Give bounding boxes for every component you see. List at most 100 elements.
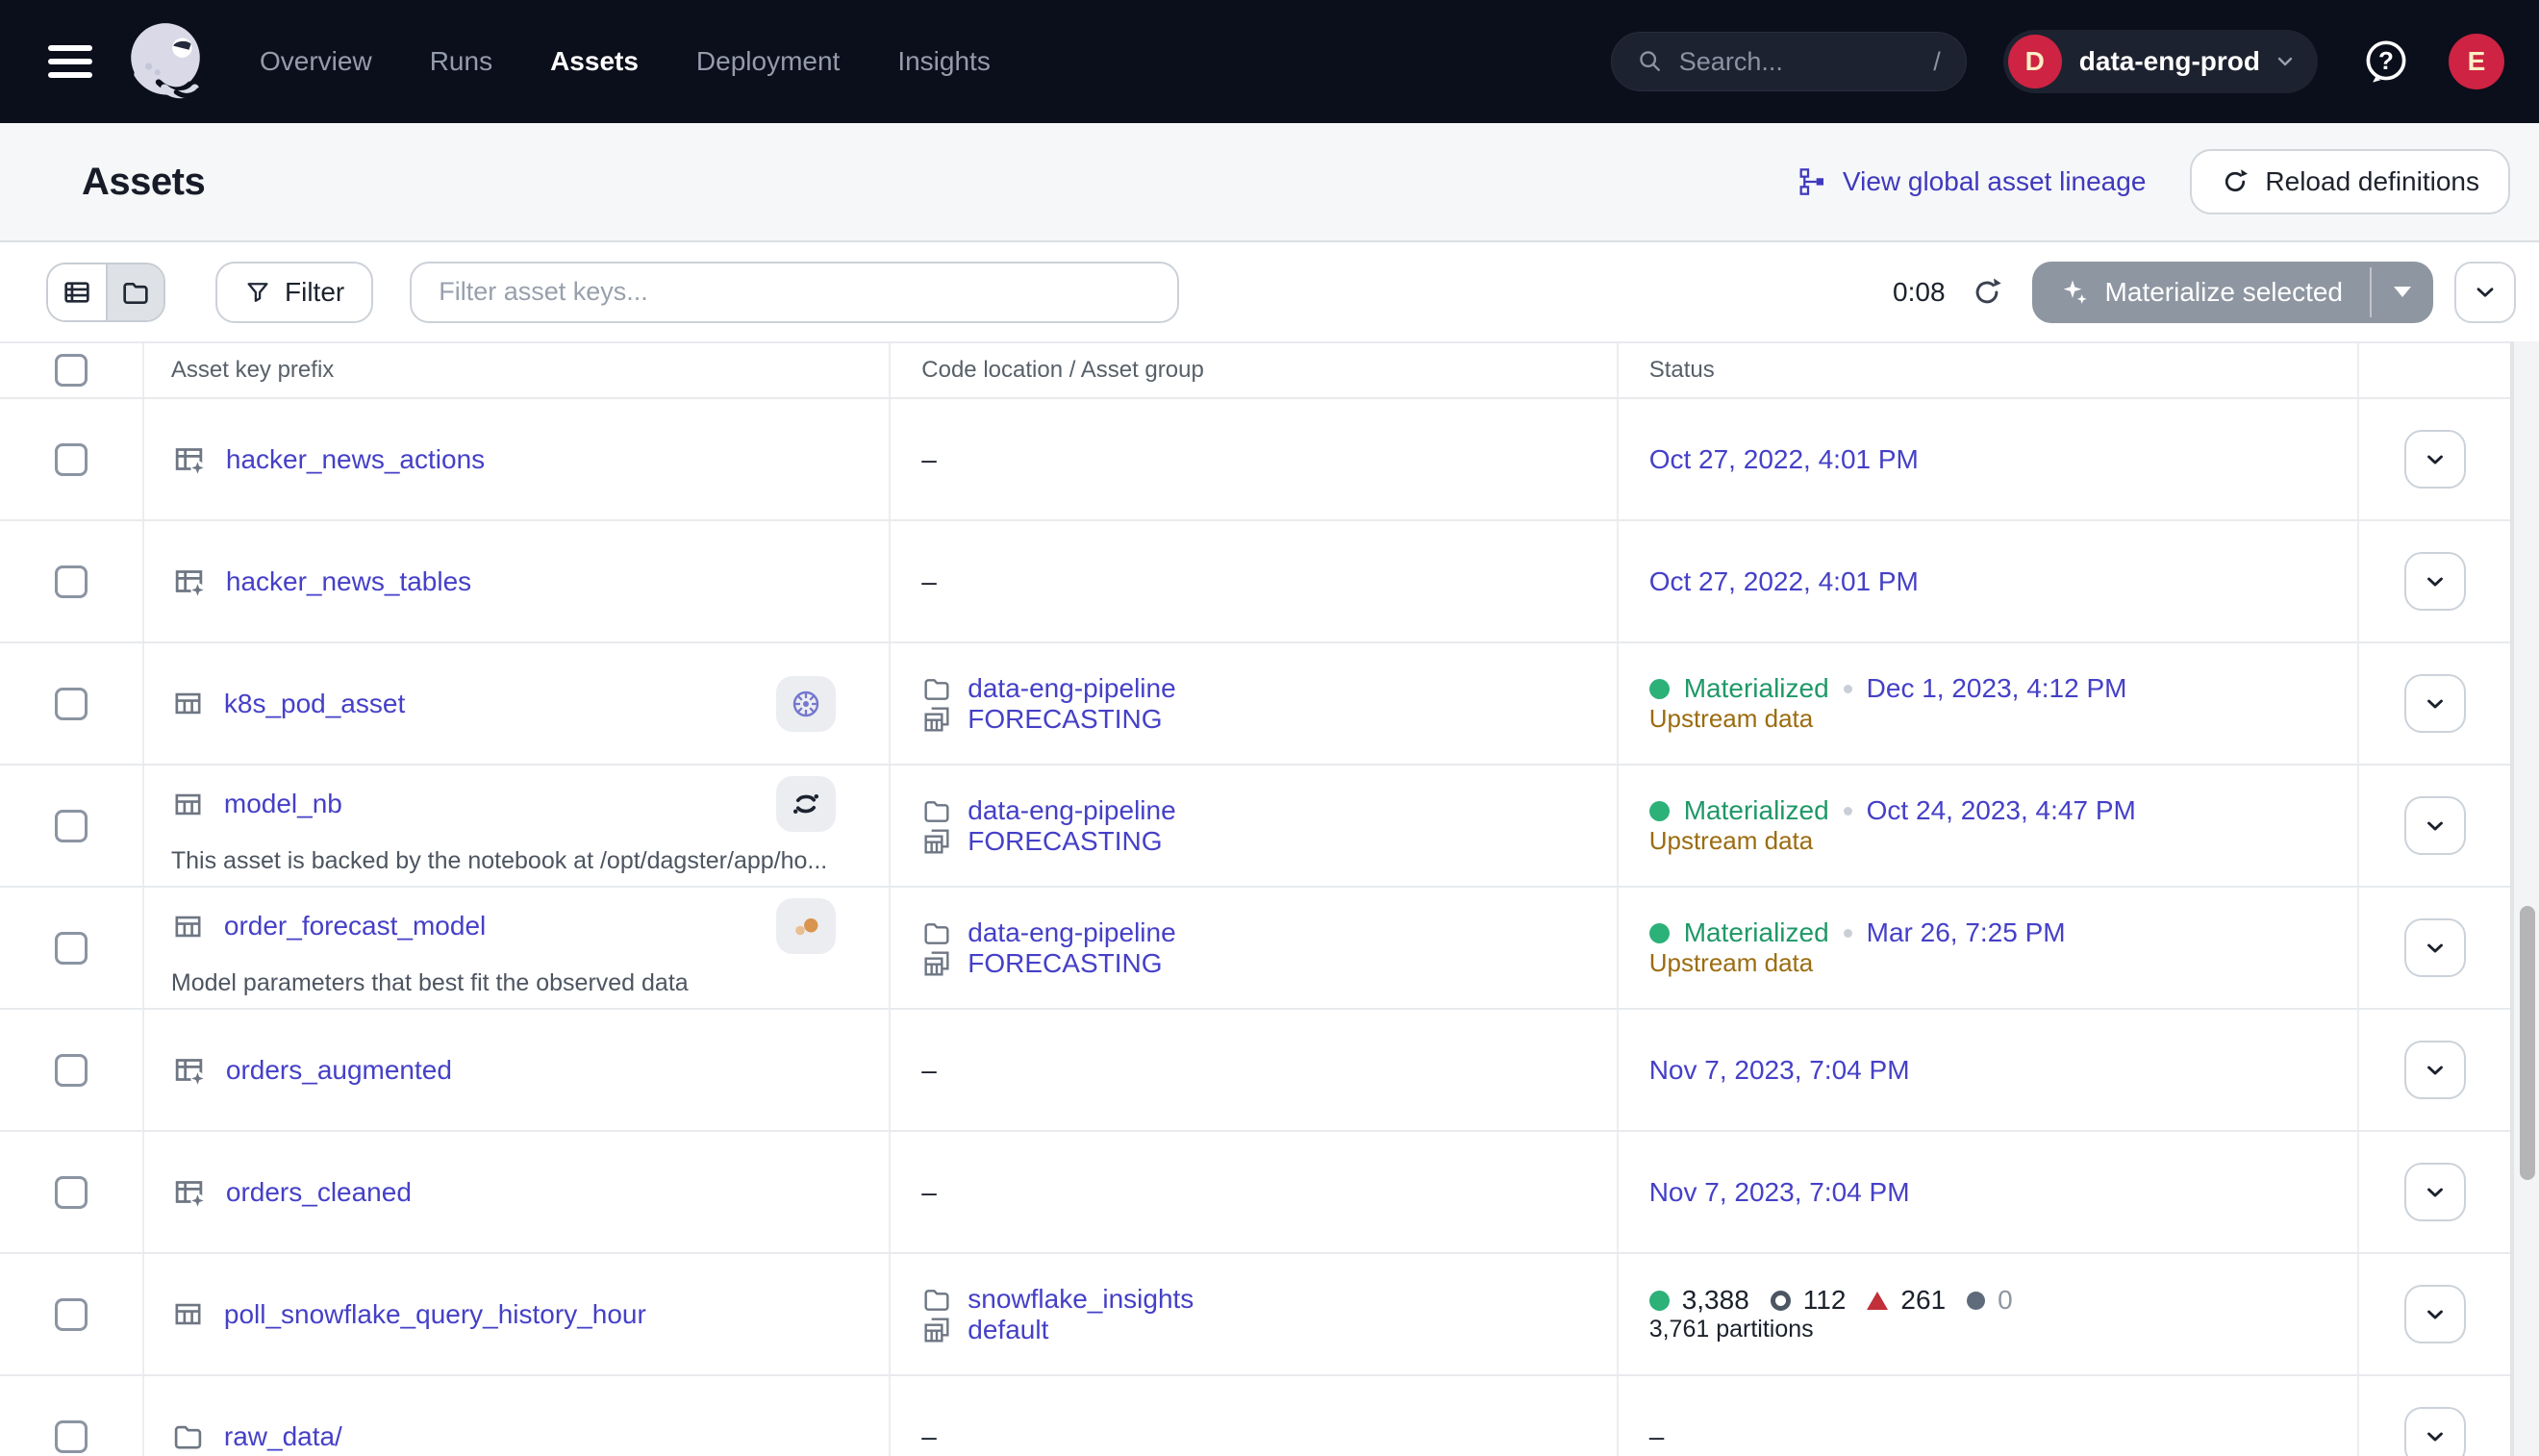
page-title: Assets <box>82 161 205 204</box>
asset-name-link[interactable]: order_forecast_model <box>224 911 486 941</box>
missing-count: 112 <box>1803 1285 1847 1316</box>
row-checkbox[interactable] <box>55 1420 88 1453</box>
asset-prefix-icon <box>171 1052 207 1088</box>
scrollbar-thumb[interactable] <box>2520 906 2535 1180</box>
filter-asset-keys-input[interactable] <box>410 262 1179 323</box>
toolbar-more-dropdown-button[interactable] <box>2454 262 2516 323</box>
materialize-selected-split-button: Materialize selected <box>2032 262 2433 323</box>
menu-icon[interactable] <box>48 45 92 78</box>
column-asset-key-prefix: Asset key prefix <box>171 357 334 384</box>
help-button[interactable]: ? <box>2358 34 2414 89</box>
asset-name-link[interactable]: raw_data/ <box>224 1421 342 1452</box>
flat-view-toggle[interactable] <box>48 264 106 320</box>
asset-group-icon <box>921 826 952 857</box>
row-expand-button[interactable] <box>2404 796 2466 855</box>
other-count-dot-icon <box>1967 1292 1985 1310</box>
row-checkbox[interactable] <box>55 1176 88 1209</box>
table-row: model_nb <box>0 766 2510 888</box>
reload-definitions-button[interactable]: Reload definitions <box>2190 149 2510 214</box>
row-checkbox[interactable] <box>55 443 88 476</box>
row-checkbox[interactable] <box>55 565 88 598</box>
user-avatar[interactable]: E <box>2449 34 2504 89</box>
select-all-checkbox[interactable] <box>55 354 88 387</box>
asset-name-link[interactable]: model_nb <box>224 789 342 819</box>
nav-overview[interactable]: Overview <box>260 46 372 77</box>
refresh-button[interactable] <box>1971 276 2003 309</box>
row-expand-button[interactable] <box>2404 1041 2466 1099</box>
asset-table-icon <box>171 687 205 720</box>
row-expand-button[interactable] <box>2404 918 2466 977</box>
asset-group-link[interactable]: FORECASTING <box>968 826 1162 857</box>
materialize-button-label: Materialize selected <box>2105 277 2343 308</box>
empty-location-dash: – <box>921 444 1616 475</box>
row-checkbox[interactable] <box>55 1298 88 1331</box>
search-placeholder: Search... <box>1679 47 1933 77</box>
row-expand-button[interactable] <box>2404 552 2466 611</box>
sparkle-icon <box>2059 277 2090 308</box>
chevron-down-icon <box>2423 569 2448 594</box>
asset-group-link[interactable]: default <box>968 1315 1048 1345</box>
search-shortcut-hint: / <box>1933 47 1941 77</box>
chevron-down-icon <box>2423 1302 2448 1327</box>
refresh-icon <box>1971 276 2003 309</box>
materialize-options-caret[interactable] <box>2372 262 2433 323</box>
table-row: hacker_news_actions <box>0 399 2510 521</box>
row-expand-button[interactable] <box>2404 430 2466 489</box>
view-global-asset-lineage-link[interactable]: View global asset lineage <box>1797 166 2146 197</box>
materialize-selected-button[interactable]: Materialize selected <box>2032 262 2370 323</box>
asset-group-link[interactable]: FORECASTING <box>968 948 1162 979</box>
deployment-switcher[interactable]: D data-eng-prod <box>2003 30 2318 93</box>
materialization-date-link[interactable]: Oct 27, 2022, 4:01 PM <box>1649 444 2357 475</box>
global-search-input[interactable]: Search... / <box>1611 32 1967 91</box>
materialization-date-link[interactable]: Oct 27, 2022, 4:01 PM <box>1649 566 2357 597</box>
materialization-date-link[interactable]: Nov 7, 2023, 7:04 PM <box>1649 1177 2357 1208</box>
materialized-label: Materialized <box>1684 673 1829 704</box>
row-checkbox[interactable] <box>55 932 88 965</box>
row-expand-button[interactable] <box>2404 1163 2466 1221</box>
refresh-countdown: 0:08 <box>1893 277 1946 308</box>
reload-button-label: Reload definitions <box>2265 166 2479 197</box>
dagster-logo[interactable] <box>121 17 210 106</box>
column-status: Status <box>1649 357 1715 384</box>
materialization-date-link[interactable]: Mar 26, 7:25 PM <box>1867 917 2066 948</box>
code-location-link[interactable]: data-eng-pipeline <box>968 795 1175 826</box>
asset-name-link[interactable]: orders_cleaned <box>226 1177 412 1208</box>
asset-name-link[interactable]: hacker_news_tables <box>226 566 471 597</box>
asset-name-link[interactable]: poll_snowflake_query_history_hour <box>224 1299 646 1330</box>
asset-name-link[interactable]: k8s_pod_asset <box>224 689 405 719</box>
upstream-data-label: Upstream data <box>1649 826 2357 856</box>
nav-runs[interactable]: Runs <box>430 46 492 77</box>
row-checkbox[interactable] <box>55 688 88 720</box>
chevron-down-icon <box>2274 50 2297 73</box>
nav-insights[interactable]: Insights <box>897 46 991 77</box>
nav-assets[interactable]: Assets <box>550 46 639 77</box>
nav-deployment[interactable]: Deployment <box>696 46 840 77</box>
asset-name-link[interactable]: orders_augmented <box>226 1055 452 1086</box>
code-location-link[interactable]: data-eng-pipeline <box>968 917 1175 948</box>
materialization-date-link[interactable]: Nov 7, 2023, 7:04 PM <box>1649 1055 2357 1086</box>
filter-button[interactable]: Filter <box>215 262 373 323</box>
asset-name-link[interactable]: hacker_news_actions <box>226 444 485 475</box>
directory-view-toggle[interactable] <box>106 264 163 320</box>
materialized-dot-icon <box>1649 923 1670 943</box>
code-location-link[interactable]: snowflake_insights <box>968 1284 1194 1315</box>
row-expand-button[interactable] <box>2404 1407 2466 1456</box>
scrollbar-track[interactable] <box>2512 341 2539 1456</box>
table-row: order_forecast_model <box>0 888 2510 1010</box>
materialization-date-link[interactable]: Dec 1, 2023, 4:12 PM <box>1867 673 2127 704</box>
row-expand-button[interactable] <box>2404 674 2466 733</box>
row-expand-button[interactable] <box>2404 1285 2466 1343</box>
empty-location-dash: – <box>921 566 1616 597</box>
materialization-date-link[interactable]: Oct 24, 2023, 4:47 PM <box>1867 795 2136 826</box>
row-checkbox[interactable] <box>55 810 88 842</box>
materialized-status-block: Materialized Dec 1, 2023, 4:12 PM Upstre… <box>1649 673 2357 734</box>
missing-count-ring-icon <box>1771 1291 1791 1311</box>
asset-group-link[interactable]: FORECASTING <box>968 704 1162 735</box>
folder-view-icon <box>120 277 151 308</box>
table-row: k8s_pod_asset <box>0 643 2510 766</box>
code-location-link[interactable]: data-eng-pipeline <box>968 673 1175 704</box>
location-group-block: data-eng-pipeline FORECASTING <box>921 795 1616 857</box>
row-checkbox[interactable] <box>55 1054 88 1087</box>
materialized-dot-icon <box>1649 801 1670 821</box>
list-view-icon <box>62 277 92 308</box>
